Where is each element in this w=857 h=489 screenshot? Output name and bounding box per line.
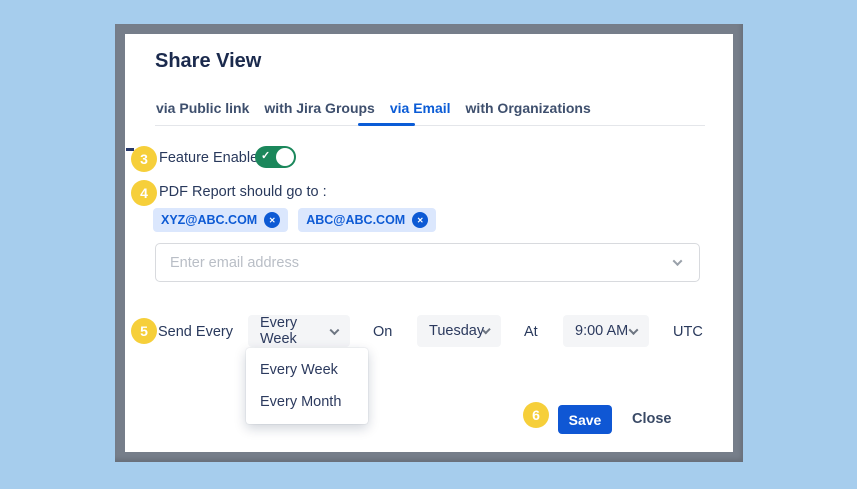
dialog-title: Share View (155, 50, 261, 73)
menu-item-every-month[interactable]: Every Month (246, 386, 368, 418)
remove-email-icon[interactable]: ✕ (412, 212, 428, 228)
time-value: 9:00 AM (575, 323, 628, 339)
annotation-badge-5: 5 (131, 318, 157, 344)
tab-with-jira-groups[interactable]: with Jira Groups (264, 100, 374, 124)
menu-item-every-week[interactable]: Every Week (246, 354, 368, 386)
feature-enable-label: Feature Enable (159, 150, 258, 166)
pdf-report-label: PDF Report should go to : (159, 184, 327, 200)
send-every-label: Send Every (158, 324, 233, 340)
frequency-select[interactable]: Every Week (248, 315, 350, 347)
chevron-down-icon (629, 325, 639, 335)
toggle-knob (276, 148, 294, 166)
screenshot-background: Share View via Public link with Jira Gro… (0, 0, 857, 489)
feature-enable-toggle[interactable]: ✓ (255, 146, 296, 168)
save-button[interactable]: Save (558, 405, 612, 434)
tab-divider (155, 125, 705, 126)
frequency-dropdown-menu: Every Week Every Month (246, 348, 368, 424)
annotation-badge-3: 3 (131, 146, 157, 172)
email-address-field[interactable] (155, 243, 700, 282)
email-chip: XYZ@ABC.COM ✕ (153, 208, 288, 232)
close-button[interactable]: Close (632, 411, 672, 427)
at-label: At (524, 324, 538, 340)
day-value: Tuesday (429, 323, 484, 339)
timezone-label: UTC (673, 324, 703, 340)
email-chip-text: ABC@ABC.COM (306, 213, 405, 227)
annotation-badge-4: 4 (131, 180, 157, 206)
tab-via-public-link[interactable]: via Public link (156, 100, 249, 124)
frequency-value: Every Week (260, 315, 331, 347)
tab-via-email[interactable]: via Email (390, 100, 451, 124)
email-address-input[interactable] (170, 255, 674, 271)
email-chip-text: XYZ@ABC.COM (161, 213, 257, 227)
window-frame: Share View via Public link with Jira Gro… (115, 24, 743, 462)
chevron-down-icon[interactable] (673, 256, 683, 266)
annotation-badge-6: 6 (523, 402, 549, 428)
check-icon: ✓ (261, 149, 270, 162)
day-select[interactable]: Tuesday (417, 315, 501, 347)
email-chip: ABC@ABC.COM ✕ (298, 208, 436, 232)
tab-with-organizations[interactable]: with Organizations (466, 100, 591, 124)
remove-email-icon[interactable]: ✕ (264, 212, 280, 228)
recipient-chips: XYZ@ABC.COM ✕ ABC@ABC.COM ✕ (153, 208, 436, 232)
active-tab-underline (358, 123, 415, 126)
time-select[interactable]: 9:00 AM (563, 315, 649, 347)
tab-bar: via Public link with Jira Groups via Ema… (156, 100, 591, 124)
share-view-dialog: Share View via Public link with Jira Gro… (125, 34, 733, 452)
on-label: On (373, 324, 392, 340)
